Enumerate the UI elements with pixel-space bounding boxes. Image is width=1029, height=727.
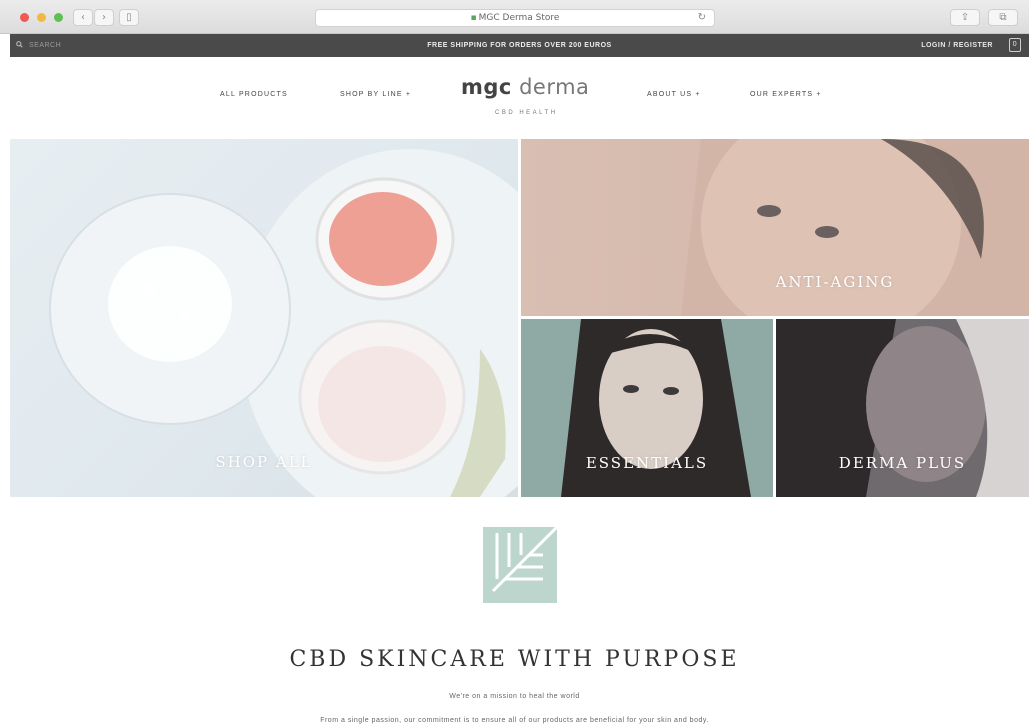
nav-shop-by-line[interactable]: SHOP BY LINE + (340, 91, 411, 98)
mission-body: From a single passion, our commitment is… (320, 717, 709, 724)
sidebar-icon[interactable]: ▯ (119, 9, 139, 26)
share-icon[interactable]: ⇪ (950, 9, 980, 26)
cart-icon[interactable]: 0 (1009, 38, 1021, 52)
logo-light: derma (519, 75, 590, 99)
back-icon[interactable]: ‹ (73, 9, 93, 26)
tabs-icon[interactable]: ⧉ (988, 9, 1018, 26)
lock-icon: ▪ (470, 13, 477, 23)
derma-plus-label: DERMA PLUS (838, 454, 967, 472)
reload-icon[interactable]: ↻ (698, 12, 706, 23)
minimize-window-button[interactable] (37, 13, 46, 22)
logo-bold: mgc (461, 75, 512, 99)
forward-icon[interactable]: › (94, 9, 114, 26)
url-text: MGC Derma Store (478, 13, 560, 23)
shop-all-label: SHOP ALL (215, 453, 313, 471)
site-header: ALL PRODUCTS SHOP BY LINE + mgc derma CB… (10, 57, 1029, 139)
anti-aging-label: ANTI-AGING (775, 273, 895, 291)
nav-about-us[interactable]: ABOUT US + (647, 91, 701, 98)
shop-all-image (49, 149, 518, 497)
close-window-button[interactable] (20, 13, 29, 22)
address-bar[interactable]: ▪ MGC Derma Store ↻ (315, 9, 715, 27)
tile-shop-all[interactable]: SHOP ALL (10, 139, 518, 497)
essentials-label: ESSENTIALS (585, 454, 709, 472)
browser-chrome: ‹ › ▯ ▪ MGC Derma Store ↻ ⇪ ⧉ (0, 0, 1029, 34)
login-register-link[interactable]: LOGIN / REGISTER (921, 42, 993, 49)
promo-text: FREE SHIPPING FOR ORDERS OVER 200 EUROS (427, 42, 612, 49)
page-headline: CBD SKINCARE WITH PURPOSE (289, 647, 740, 672)
nav-all-products[interactable]: ALL PRODUCTS (220, 91, 288, 98)
tile-essentials[interactable]: ESSENTIALS (521, 319, 773, 497)
nav-our-experts[interactable]: OUR EXPERTS + (750, 91, 822, 98)
mission-subline: We're on a mission to heal the world (449, 693, 580, 700)
logo-subtitle: CBD HEALTH (495, 110, 558, 116)
zoom-window-button[interactable] (54, 13, 63, 22)
tile-anti-aging[interactable]: ANTI-AGING (521, 139, 1029, 316)
leaf-logo-icon (483, 527, 557, 603)
tile-derma-plus[interactable]: DERMA PLUS (776, 319, 1029, 497)
site-logo[interactable]: mgc derma (461, 75, 589, 99)
cart-count: 0 (1012, 41, 1018, 48)
announcement-bar: SEARCH FREE SHIPPING FOR ORDERS OVER 200… (10, 34, 1029, 57)
